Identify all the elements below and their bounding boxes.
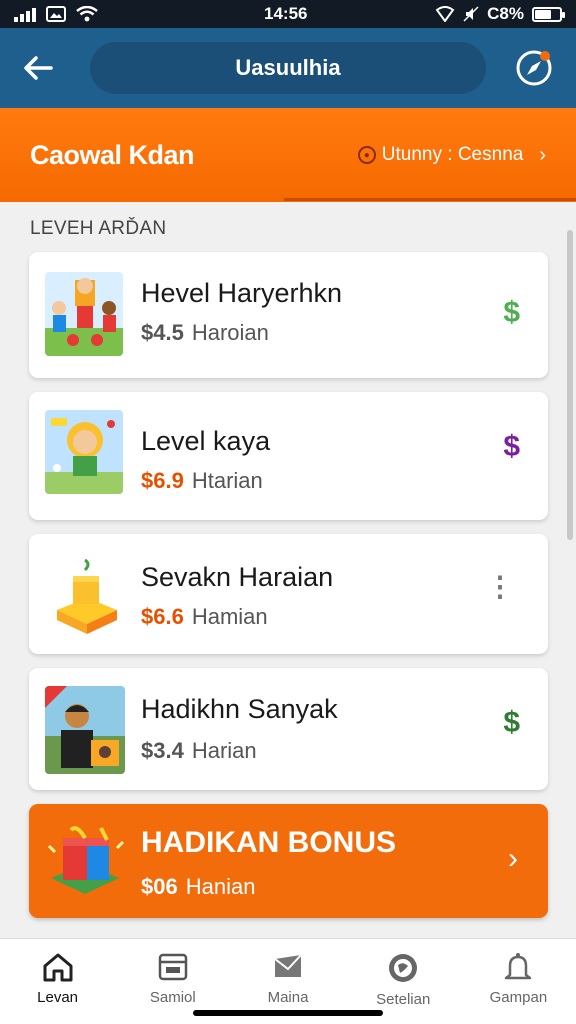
item-amount: $6.6 — [141, 604, 184, 629]
nav-item-notifications[interactable]: Gampan — [461, 939, 576, 1024]
wifi-signal-icon — [435, 6, 455, 22]
image-icon — [46, 6, 66, 22]
gold-blocks-thumbnail — [45, 548, 129, 640]
kid-character-thumbnail — [45, 410, 123, 494]
dollar-icon[interactable]: $ — [503, 706, 520, 740]
home-icon — [43, 953, 73, 982]
list-item[interactable]: Hevel Haryerhkn $4.5 Haroian $ — [29, 252, 548, 378]
bell-icon — [505, 953, 532, 980]
item-price: $4.5 Haroian — [141, 320, 269, 346]
item-title: Hevel Haryerhkn — [141, 278, 343, 308]
item-amount: $6.9 — [141, 468, 184, 493]
back-button[interactable] — [18, 48, 58, 88]
signal-icon — [14, 6, 36, 22]
globe-icon — [389, 954, 418, 982]
nav-label: Gampan — [489, 989, 548, 1006]
item-title: Hadikhn Sanyak — [141, 694, 338, 724]
list-item[interactable]: Level kaya $6.9 Htarian $ — [29, 392, 548, 520]
wifi-icon — [76, 6, 98, 22]
record-icon: ● — [357, 146, 376, 164]
banner-link[interactable]: ● Utunny : Cesnna › — [357, 143, 546, 167]
section-heading: LEVEH ARĎAN — [30, 218, 167, 239]
nav-label: Levan — [37, 989, 79, 1006]
item-period: Haroian — [191, 320, 269, 345]
nav-item-home[interactable]: Levan — [0, 939, 115, 1024]
mute-icon — [463, 6, 479, 22]
envelope-icon — [274, 954, 302, 977]
item-price: $6.6 Hamian — [141, 604, 268, 630]
item-period: Htarian — [191, 468, 263, 493]
scrollbar[interactable] — [567, 230, 573, 540]
kids-playing-thumbnail — [45, 272, 123, 356]
calendar-icon — [158, 953, 188, 981]
dollar-icon[interactable]: $ — [503, 430, 520, 464]
item-period: Hamian — [191, 604, 268, 629]
nav-label: Setelian — [376, 991, 431, 1008]
dollar-icon[interactable]: $ — [503, 296, 520, 330]
bonus-period: Hanian — [185, 874, 256, 899]
more-icon[interactable]: ⋮ — [486, 570, 514, 603]
battery-icon — [532, 6, 565, 22]
arrow-left-icon — [24, 56, 53, 80]
compass-button[interactable] — [512, 46, 556, 90]
item-price: $3.4 Harian — [141, 738, 257, 764]
bonus-item[interactable]: HADIKAN BONUS $06 Hanian › — [29, 804, 548, 918]
item-title: Level kaya — [141, 426, 271, 456]
banner-underline — [284, 198, 576, 201]
gift-box-icon — [47, 826, 125, 894]
man-with-box-thumbnail — [45, 686, 125, 774]
nav-label: Maina — [267, 989, 309, 1006]
list-item[interactable]: Sevakn Haraian $6.6 Hamian ⋮ — [29, 534, 548, 654]
item-amount: $3.4 — [141, 738, 184, 763]
item-title: Sevakn Haraian — [141, 562, 334, 592]
compass-icon — [516, 50, 552, 86]
bonus-amount: $06 — [141, 874, 178, 899]
status-time: 14:56 — [264, 4, 308, 23]
item-period: Harian — [191, 738, 257, 763]
nav-label: Samiol — [149, 989, 196, 1006]
banner-link-label: Utunny : Cesnna — [381, 144, 524, 165]
page-title: Uasuulhia — [90, 42, 486, 94]
battery-percent: C8% — [487, 4, 524, 23]
chevron-right-icon[interactable]: › — [508, 842, 518, 876]
item-amount: $4.5 — [141, 320, 184, 345]
list-item[interactable]: Hadikhn Sanyak $3.4 Harian $ — [29, 668, 548, 790]
bonus-price: $06 Hanian — [141, 874, 255, 900]
app-header: Uasuulhia — [0, 28, 576, 108]
status-bar: 14:56 C8% — [0, 0, 576, 28]
banner-title: Caowal Kdan — [30, 139, 195, 170]
chevron-right-icon: › — [539, 143, 546, 166]
promo-banner: Caowal Kdan ● Utunny : Cesnna › — [0, 108, 576, 202]
home-indicator[interactable] — [193, 1010, 383, 1016]
bonus-title: HADIKAN BONUS — [141, 826, 396, 859]
item-price: $6.9 Htarian — [141, 468, 263, 494]
